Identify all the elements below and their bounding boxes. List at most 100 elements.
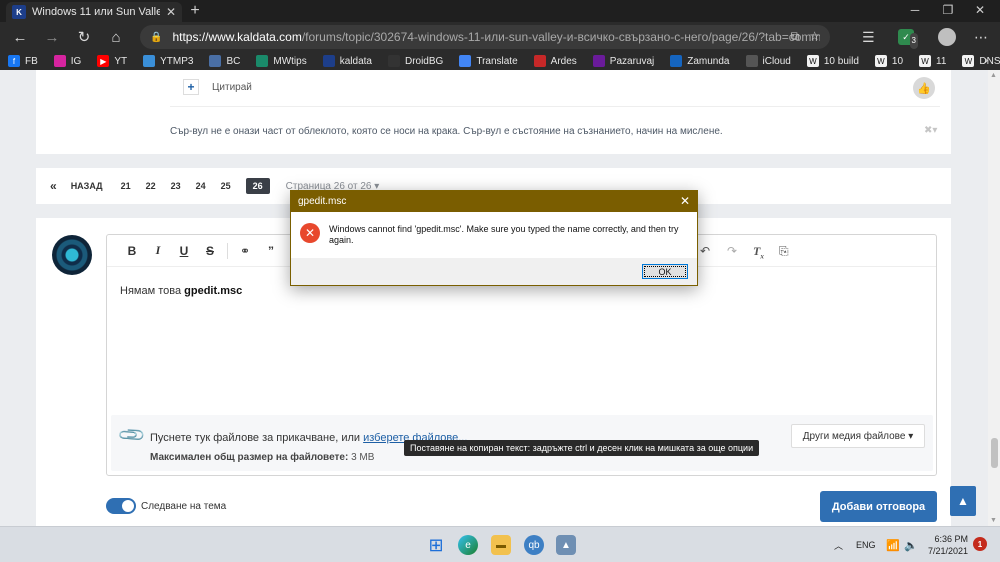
scroll-to-top-button[interactable]: ▲: [950, 486, 976, 516]
bookmark-label: FB: [25, 55, 38, 67]
page-link[interactable]: 22: [146, 181, 156, 191]
restore-icon[interactable]: ❐: [938, 3, 958, 17]
ok-button[interactable]: OK: [642, 264, 688, 279]
bookmark-item[interactable]: f FB: [8, 55, 38, 67]
photos-icon[interactable]: ▲: [556, 535, 576, 555]
favorites-star-icon[interactable]: ☆: [809, 29, 820, 44]
page-link[interactable]: 23: [171, 181, 181, 191]
other-media-button[interactable]: Други медия файлове ▾: [791, 424, 925, 448]
file-explorer-icon[interactable]: ▬: [491, 535, 511, 555]
close-window-icon[interactable]: ✕: [970, 3, 990, 17]
bookmark-item[interactable]: W 11: [919, 55, 946, 67]
windows-start-icon[interactable]: ⊞: [426, 535, 446, 555]
minimize-icon[interactable]: ─: [905, 3, 925, 17]
paste-tooltip: Поставяне на копиран текст: задръжте ctr…: [404, 440, 760, 456]
browser-tab[interactable]: K Windows 11 или Sun Valley и вс ✕: [6, 2, 182, 22]
bookmark-item[interactable]: MWtips: [256, 55, 307, 67]
underline-button[interactable]: U: [171, 244, 197, 258]
bookmark-label: IG: [70, 55, 82, 67]
scroll-up-icon[interactable]: ▲: [990, 72, 997, 79]
like-icon[interactable]: 👍: [913, 77, 935, 99]
profile-avatar[interactable]: [938, 28, 956, 46]
bookmark-label: YTMP3: [160, 55, 194, 67]
strikethrough-button[interactable]: S: [197, 244, 223, 258]
page-link[interactable]: 25: [221, 181, 231, 191]
back-arrow-icon[interactable]: ←: [4, 22, 36, 52]
follow-topic-toggle[interactable]: [106, 498, 136, 514]
redo-icon[interactable]: ↷: [727, 244, 737, 258]
home-icon[interactable]: ⌂: [100, 22, 132, 52]
notification-badge[interactable]: 1: [973, 537, 987, 551]
show-hidden-icons[interactable]: ︿: [834, 527, 843, 562]
address-bar[interactable]: 🔒 https://www.kaldata.com /forums/topic/…: [140, 25, 830, 49]
volume-icon[interactable]: 🔈: [904, 527, 918, 562]
lock-icon[interactable]: 🔒: [150, 32, 162, 43]
bookmark-item[interactable]: BC: [209, 55, 240, 67]
bookmark-item[interactable]: W 10: [874, 55, 903, 67]
bookmark-item[interactable]: IG: [53, 55, 82, 67]
close-tab-icon[interactable]: ✕: [166, 5, 176, 19]
scrollbar-thumb[interactable]: [991, 438, 998, 468]
bookmark-item[interactable]: ▶ YT: [97, 55, 127, 67]
reading-view-icon[interactable]: ⧉: [791, 29, 800, 44]
user-avatar[interactable]: [52, 235, 92, 275]
bookmark-item[interactable]: W DNS: [962, 55, 1000, 67]
wifi-icon[interactable]: 📶: [886, 527, 900, 562]
bookmark-item[interactable]: Zamunda: [670, 55, 730, 67]
bookmark-item[interactable]: Pazaruvaj: [592, 55, 654, 67]
dialog-close-icon[interactable]: ✕: [680, 191, 690, 212]
submit-reply-button[interactable]: Добави отговора: [820, 491, 937, 522]
bookmark-label: BC: [226, 55, 241, 67]
collections-icon[interactable]: ☰: [862, 22, 875, 52]
follow-topic-label[interactable]: Следване на тема: [141, 501, 226, 512]
dialog-body: ✕ Windows cannot find 'gpedit.msc'. Make…: [291, 212, 697, 258]
bookmark-item[interactable]: W 10 build: [806, 55, 859, 67]
more-menu-icon[interactable]: ⋯: [974, 22, 988, 52]
bold-button[interactable]: B: [119, 244, 145, 258]
page-content: + Цитирай 👍 Cър-вул не е онази част от о…: [0, 70, 988, 526]
chevron-right-icon[interactable]: ›: [984, 53, 988, 67]
undo-icon[interactable]: ↶: [700, 244, 710, 258]
square-icon: [209, 55, 222, 67]
scroll-down-icon[interactable]: ▼: [990, 517, 997, 524]
instagram-icon: [53, 55, 66, 67]
hide-signature-icon[interactable]: ✖▾: [924, 125, 937, 136]
dialog-title-bar[interactable]: gpedit.msc ✕: [291, 191, 697, 212]
preview-icon[interactable]: ⎘: [779, 244, 789, 259]
bookmark-item[interactable]: YTMP3: [143, 55, 193, 67]
page-scrollbar[interactable]: ▲ ▼: [988, 70, 1000, 526]
language-indicator[interactable]: ENG: [856, 527, 876, 562]
previous-page-button[interactable]: НАЗАД: [71, 181, 103, 191]
italic-button[interactable]: I: [145, 243, 171, 258]
reload-icon[interactable]: ↻: [68, 22, 100, 52]
qbittorrent-icon[interactable]: qb: [524, 535, 544, 555]
page-link[interactable]: 24: [196, 181, 206, 191]
link-icon[interactable]: ⚭: [232, 244, 258, 258]
bookmark-item[interactable]: DroidBG: [387, 55, 443, 67]
clear-formatting-icon[interactable]: Tx: [753, 244, 764, 260]
system-clock[interactable]: 6:36 PM 7/21/2021: [928, 533, 968, 557]
bookmark-label: Translate: [476, 55, 518, 67]
kaldata-icon: [322, 55, 335, 67]
edge-browser-icon[interactable]: e: [458, 535, 478, 555]
ardes-icon: [533, 55, 546, 67]
bookmark-item[interactable]: Translate: [459, 55, 518, 67]
editor-content[interactable]: Нямам това gpedit.msc: [120, 285, 242, 297]
shield-extension-icon[interactable]: ✓ 3: [898, 29, 918, 49]
bookmark-item[interactable]: Ardes: [533, 55, 577, 67]
error-message: Windows cannot find 'gpedit.msc'. Make s…: [329, 224, 679, 245]
current-page[interactable]: 26: [245, 178, 270, 194]
bookmark-item[interactable]: iCloud: [745, 55, 791, 67]
signature-divider: [170, 106, 940, 107]
first-page-button[interactable]: «: [50, 179, 57, 193]
other-media-label: Други медия файлове: [802, 430, 906, 442]
new-tab-button[interactable]: +: [186, 2, 204, 20]
clock-date: 7/21/2021: [928, 546, 969, 556]
bookmark-item[interactable]: kaldata: [322, 55, 372, 67]
quote-icon[interactable]: ”: [258, 244, 284, 258]
multi-quote-icon[interactable]: +: [183, 79, 199, 95]
forward-arrow-icon[interactable]: →: [36, 22, 68, 52]
quote-link[interactable]: Цитирай: [212, 82, 252, 93]
page-link[interactable]: 21: [121, 181, 131, 191]
w-icon: W: [919, 55, 932, 67]
